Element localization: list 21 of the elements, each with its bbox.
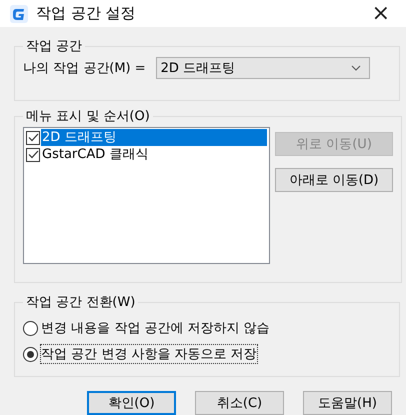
workspace-label: 나의 작업 공간(M) = <box>23 60 146 77</box>
list-item[interactable]: 2D 드래프팅 <box>41 129 267 146</box>
window-title: 작업 공간 설정 <box>36 4 137 23</box>
option-label: 작업 공간 변경 사항을 자동으로 저장 <box>41 345 257 363</box>
move-button[interactable]: 아래로 이동(D) <box>275 168 393 192</box>
dialog-button[interactable]: 취소(C) <box>195 391 284 415</box>
radio-button[interactable] <box>23 320 38 336</box>
option-label: 변경 내용을 작업 공간에 저장하지 않습 <box>41 320 270 337</box>
group-title: 작업 공간 <box>25 38 84 55</box>
list-item[interactable]: GstarCAD 클래식 <box>41 146 267 163</box>
app-logo-icon <box>10 4 28 22</box>
chevron-down-icon <box>350 65 361 71</box>
dialog-button[interactable]: 확인(O) <box>87 391 176 415</box>
checkbox[interactable] <box>26 130 40 144</box>
group-title: 작업 공간 전환(W) <box>25 294 136 311</box>
dialog-button[interactable]: 도움말(H) <box>303 391 392 415</box>
close-button[interactable]: × <box>366 1 396 26</box>
group-title: 메뉴 표시 및 순서(O) <box>25 108 151 125</box>
workspace-dropdown[interactable]: 2D 드래프팅 <box>156 57 370 79</box>
radio-button[interactable] <box>23 346 38 362</box>
checkbox[interactable] <box>26 148 40 162</box>
